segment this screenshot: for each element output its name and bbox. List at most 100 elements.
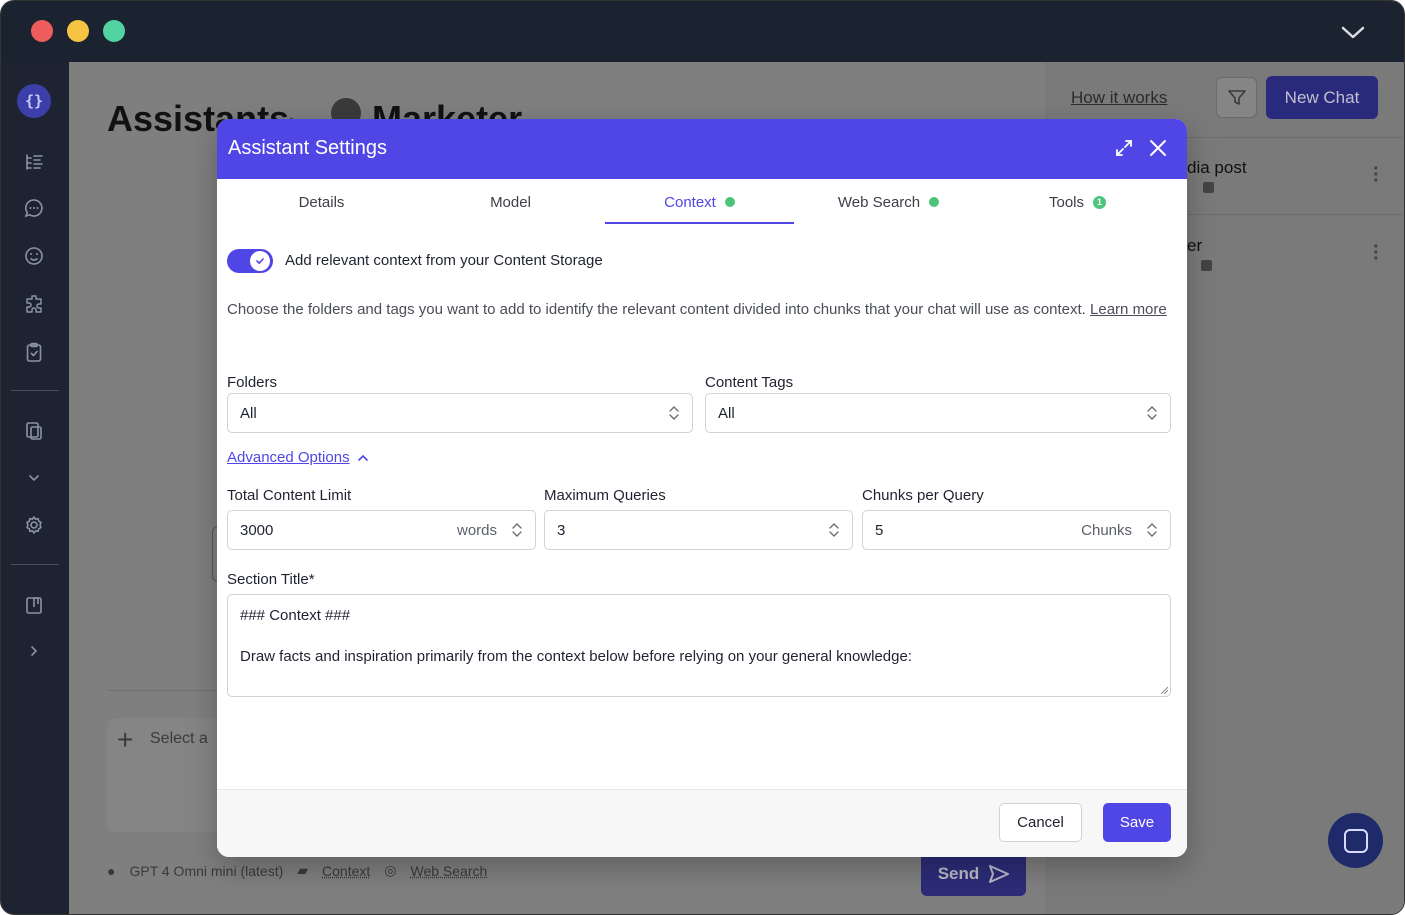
advanced-options-toggle[interactable]: Advanced Options [227, 449, 368, 466]
maximum-queries-stepper[interactable]: 3 [544, 510, 853, 550]
tab-tools[interactable]: Tools 1 [983, 179, 1172, 225]
chunks-per-query-label: Chunks per Query [862, 487, 984, 504]
resize-handle-icon[interactable] [1160, 686, 1168, 694]
app-logo[interactable]: {} [17, 84, 51, 118]
assistant-face-icon[interactable] [23, 245, 45, 267]
words-unit: words [456, 521, 497, 539]
learn-more-link[interactable]: Learn more [1090, 301, 1167, 318]
content-tags-select[interactable]: All [705, 393, 1171, 433]
chat-icon[interactable] [23, 197, 45, 219]
chat-bubble-icon [1343, 828, 1368, 853]
save-button[interactable]: Save [1103, 803, 1171, 842]
chunks-unit: Chunks [1081, 521, 1132, 539]
assistant-settings-modal: Assistant Settings Details Model Context… [217, 119, 1187, 857]
section-title-textarea[interactable]: ### Context ### Draw facts and inspirati… [227, 594, 1171, 697]
documents-icon[interactable] [23, 420, 45, 442]
settings-tabs: Details Model Context Web Search Tools 1 [217, 179, 1187, 229]
globe-icon: ◎ [384, 862, 397, 878]
toggle-knob [250, 251, 270, 271]
advanced-options-label: Advanced Options [227, 449, 350, 466]
description-text: Choose the folders and tags you want to … [227, 301, 1086, 318]
chevron-right-icon[interactable] [23, 640, 45, 662]
up-down-chevron-icon [1147, 406, 1157, 420]
chat-input-placeholder: Select a [150, 730, 208, 747]
content-storage-toggle[interactable] [227, 249, 273, 273]
tab-model[interactable]: Model [416, 179, 605, 225]
close-window-button[interactable] [31, 20, 53, 42]
tab-label: Tools [1048, 193, 1085, 211]
status-dot [724, 197, 735, 207]
send-icon [989, 865, 1010, 883]
context-description: Choose the folders and tags you want to … [227, 299, 1172, 320]
filter-button[interactable] [1216, 77, 1257, 118]
clipboard-check-icon[interactable] [23, 341, 45, 363]
send-label: Send [937, 864, 980, 883]
folder-icon: ▰ [297, 862, 309, 878]
toggle-label: Add relevant context from your Content S… [285, 252, 603, 269]
lock-icon [1203, 182, 1214, 193]
more-options-icon[interactable]: · · · [1373, 159, 1380, 191]
up-down-chevron-icon [669, 406, 679, 420]
support-chat-button[interactable] [1328, 813, 1383, 868]
folders-value: All [240, 404, 257, 422]
sidebar-divider [11, 390, 59, 391]
list-tree-icon[interactable] [23, 151, 45, 173]
left-sidebar: {} [1, 62, 69, 914]
section-title-label: Section Title* [227, 571, 315, 588]
tab-label: Details [298, 193, 345, 211]
maximum-queries-label: Maximum Queries [544, 487, 666, 504]
active-tab-indicator [605, 222, 794, 224]
expand-icon[interactable] [1114, 138, 1134, 158]
new-chat-button[interactable]: New Chat [1266, 76, 1378, 119]
sidebar-divider [11, 564, 59, 565]
maximum-queries-value: 3 [557, 521, 566, 539]
check-icon [256, 258, 264, 264]
how-it-works-link[interactable]: How it works [1071, 88, 1167, 108]
tab-web-search[interactable]: Web Search [794, 179, 983, 225]
modal-header: Assistant Settings [217, 119, 1187, 179]
chevron-up-icon [357, 454, 368, 461]
plus-icon[interactable]: + [117, 724, 133, 756]
maximize-window-button[interactable] [103, 20, 125, 42]
context-link[interactable]: Context [322, 863, 370, 879]
more-options-icon[interactable]: · · · [1373, 237, 1380, 269]
chevron-down-icon[interactable] [1340, 21, 1366, 43]
app-window: {} Assistants + Select a ● GPT 4 Omni mi… [0, 0, 1405, 915]
title-bar [1, 1, 1404, 62]
tab-label: Web Search [837, 193, 921, 211]
tab-label: Model [490, 193, 531, 211]
close-icon[interactable] [1147, 137, 1169, 159]
chunks-per-query-stepper[interactable]: 5 Chunks [862, 510, 1171, 550]
chat-list-item[interactable]: dia post [1187, 158, 1247, 178]
section-title-line: Draw facts and inspiration primarily fro… [240, 648, 913, 665]
up-down-chevron-icon[interactable] [828, 521, 840, 539]
total-content-limit-label: Total Content Limit [227, 487, 352, 504]
folders-select[interactable]: All [227, 393, 693, 433]
tab-label: Context [664, 193, 716, 211]
model-label[interactable]: GPT 4 Omni mini (latest) [129, 863, 283, 879]
chat-footer: ● GPT 4 Omni mini (latest) ▰ Context ◎ W… [107, 862, 487, 879]
modal-footer: Cancel Save [217, 789, 1187, 857]
map-pin-icon: ● [107, 862, 116, 879]
section-title-line: ### Context ### [240, 607, 351, 624]
lock-icon [1201, 260, 1212, 271]
up-down-chevron-icon[interactable] [1146, 521, 1158, 539]
folders-label: Folders [227, 374, 278, 391]
send-button[interactable]: Send [921, 852, 1026, 896]
web-search-link[interactable]: Web Search [411, 863, 488, 879]
tab-details[interactable]: Details [227, 179, 416, 225]
chat-list-item[interactable]: er [1187, 236, 1202, 256]
cancel-button[interactable]: Cancel [999, 803, 1082, 842]
chevron-down-icon[interactable] [23, 467, 45, 489]
total-content-limit-stepper[interactable]: 3000 words [227, 510, 536, 550]
minimize-window-button[interactable] [67, 20, 89, 42]
puzzle-icon[interactable] [23, 293, 45, 315]
up-down-chevron-icon[interactable] [511, 521, 523, 539]
tab-context[interactable]: Context [605, 179, 794, 225]
settings-gear-icon[interactable] [23, 514, 45, 536]
content-tags-label: Content Tags [705, 374, 794, 391]
status-badge: 1 [1093, 195, 1107, 209]
book-icon[interactable] [23, 594, 45, 616]
filter-icon [1227, 89, 1246, 105]
